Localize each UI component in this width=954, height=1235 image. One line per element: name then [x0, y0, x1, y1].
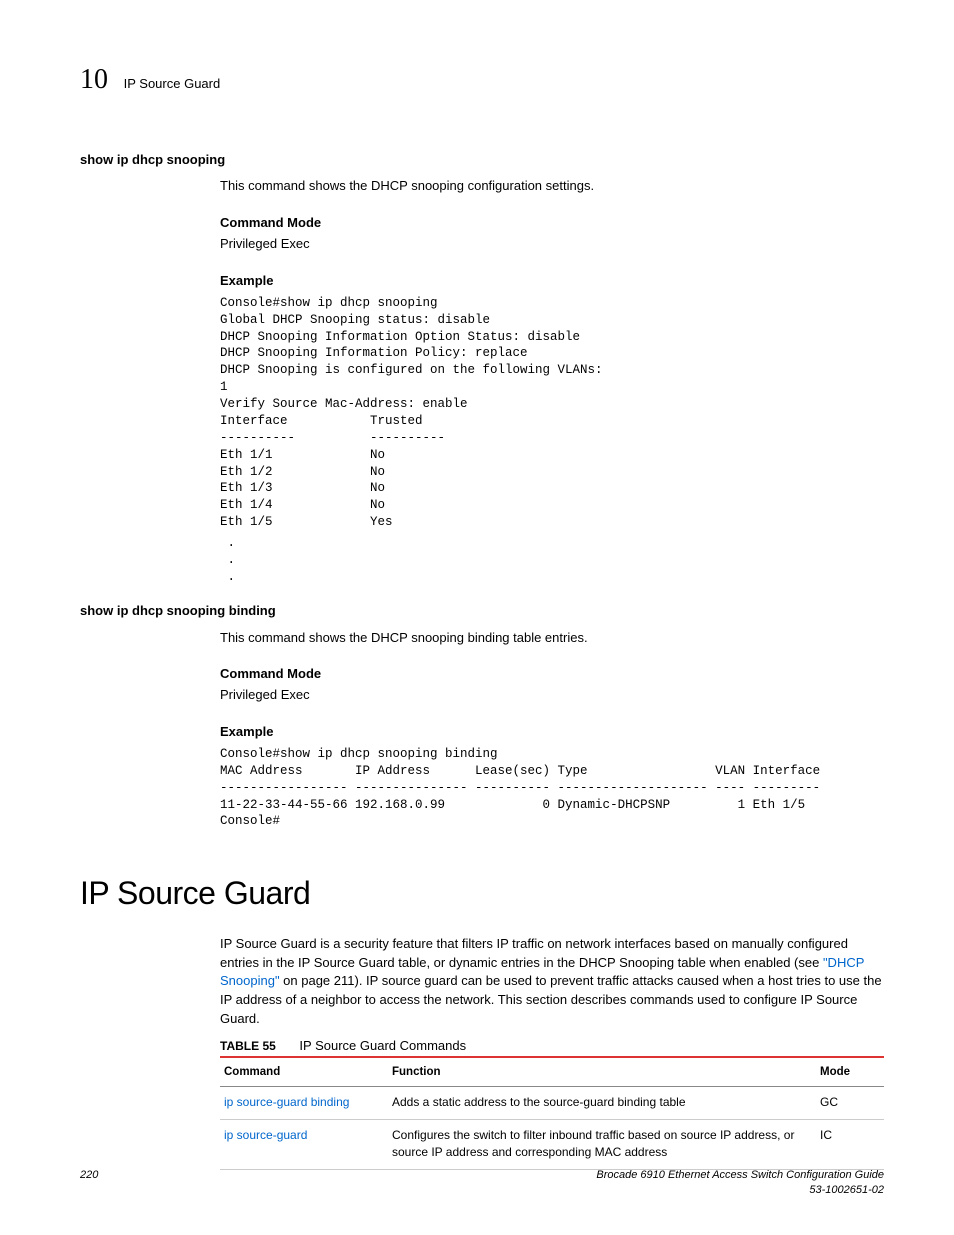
mode-heading: Command Mode: [220, 214, 884, 233]
command-heading: show ip dhcp snooping binding: [80, 602, 884, 621]
para-text: IP Source Guard is a security feature th…: [220, 936, 848, 970]
para-text: on page 211). IP source guard can be use…: [220, 973, 882, 1026]
section-paragraph: IP Source Guard is a security feature th…: [220, 935, 884, 1029]
function-cell: Adds a static address to the source-guar…: [388, 1087, 816, 1119]
doc-id: 53-1002651-02: [596, 1183, 884, 1197]
mode-heading: Command Mode: [220, 665, 884, 684]
page-number: 220: [80, 1168, 98, 1184]
table-caption: IP Source Guard Commands: [299, 1038, 466, 1053]
mode-cell: IC: [816, 1119, 884, 1169]
table-header-row: Command Function Mode: [220, 1057, 884, 1087]
running-header: 10 IP Source Guard: [80, 60, 884, 101]
commands-table: Command Function Mode ip source-guard bi…: [220, 1056, 884, 1170]
table-label: TABLE 55: [220, 1039, 276, 1053]
chapter-title: IP Source Guard: [124, 76, 221, 91]
ellipsis: . . .: [220, 535, 884, 586]
command-description: This command shows the DHCP snooping bin…: [220, 629, 884, 648]
mode-cell: GC: [816, 1087, 884, 1119]
command-link[interactable]: ip source-guard: [224, 1128, 307, 1142]
section-title: IP Source Guard: [80, 870, 884, 916]
command-link[interactable]: ip source-guard binding: [224, 1095, 349, 1109]
col-function: Function: [388, 1057, 816, 1087]
page-footer: 220 Brocade 6910 Ethernet Access Switch …: [80, 1168, 884, 1197]
command-description: This command shows the DHCP snooping con…: [220, 177, 884, 196]
code-block: Console#show ip dhcp snooping Global DHC…: [220, 295, 884, 531]
col-command: Command: [220, 1057, 388, 1087]
command-heading: show ip dhcp snooping: [80, 151, 884, 170]
code-block: Console#show ip dhcp snooping binding MA…: [220, 746, 884, 830]
example-heading: Example: [220, 723, 884, 742]
table-row: ip source-guard Configures the switch to…: [220, 1119, 884, 1169]
function-cell: Configures the switch to filter inbound …: [388, 1119, 816, 1169]
chapter-number: 10: [80, 60, 108, 101]
table-row: ip source-guard binding Adds a static ad…: [220, 1087, 884, 1119]
col-mode: Mode: [816, 1057, 884, 1087]
doc-title: Brocade 6910 Ethernet Access Switch Conf…: [596, 1168, 884, 1182]
example-heading: Example: [220, 272, 884, 291]
mode-value: Privileged Exec: [220, 235, 884, 254]
mode-value: Privileged Exec: [220, 686, 884, 705]
